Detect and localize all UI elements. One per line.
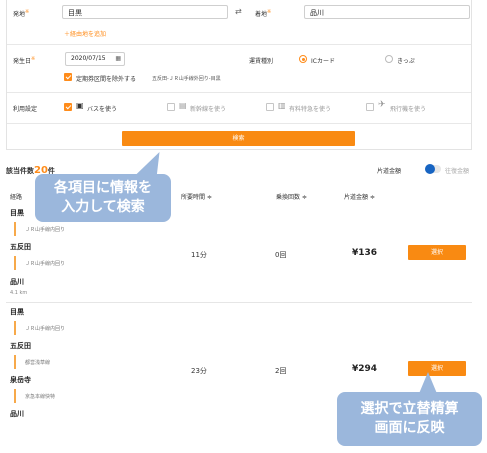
search-button[interactable]: 検索 [122,131,355,146]
duration-value: 11分 [191,251,207,259]
divider [7,123,471,124]
toggle-label-oneway: 片道金額 [377,168,402,175]
bus-icon: ▣ [76,101,84,110]
option-shinkansen: 新幹線を使う [190,106,227,113]
fare-value: ¥294 [352,364,378,374]
column-fare[interactable]: 片道金額 ≑ [344,192,375,201]
option-limited-express: 有料特急を使う [289,106,332,113]
option-airplane: 飛行機を使う [390,106,427,113]
toggle-knob [425,164,435,174]
callout-line: 各項目に情報を [54,180,152,196]
divider [7,44,471,45]
callout-line: 選択で立替精算 [360,401,459,417]
station-name: 五反田 [10,243,31,251]
line-name: 都営浅草線 [25,360,51,366]
to-label: 着地※ [255,9,272,18]
station-name: 品川 [10,410,24,418]
date-label: 発生日※ [13,56,36,65]
swap-arrows-icon[interactable]: ⇄ [235,7,242,16]
route-line-bar [14,389,16,403]
duration-value: 23分 [191,367,207,375]
divider [7,92,471,93]
radio-ticket[interactable] [385,55,393,63]
use-limited-express-checkbox[interactable] [266,103,274,111]
use-airplane-checkbox[interactable] [366,103,374,111]
column-duration[interactable]: 所要時間 ≑ [181,192,212,201]
callout-line: 画面に反映 [374,420,445,436]
select-button[interactable]: 選択 [408,245,466,260]
radio-ic-card[interactable] [299,55,307,63]
line-name: 京急本線快特 [25,394,56,400]
transfers-value: 2回 [275,367,287,375]
route-search-form: 発地※ 目黒 ⇄ 着地※ 品川 ＋経由地を追加 発生日※ 2020/07/15 … [6,0,472,150]
commuter-route-detail: 五反田‐ＪＲ山手線外回り‐目黒 [152,76,221,82]
row-divider [6,302,472,303]
column-route: 経路 [10,194,23,201]
distance: 4.1 km [10,290,28,296]
callout-line: 入力して検索 [61,199,145,215]
search-callout: 各項目に情報を 入力して検索 [35,174,171,222]
train-icon: ▤ [179,101,187,110]
airplane-icon: ✈ [378,100,386,110]
option-bus: バスを使う [87,106,118,113]
fare-mode-toggle[interactable] [425,164,441,174]
station-name: 泉岳寺 [10,376,31,384]
exclude-commuter-label: 定期券区間を除外する [76,76,137,83]
to-input[interactable]: 品川 [304,5,470,19]
usage-label: 利用設定 [13,106,38,113]
add-via-link[interactable]: ＋経由地を追加 [64,29,106,38]
column-transfers[interactable]: 乗換回数 ≑ [276,192,307,201]
toggle-label-roundtrip: 往復金額 [445,168,470,175]
station-name: 目黒 [10,209,24,217]
route-line-bar [14,321,16,335]
station-name: 品川 [10,278,24,286]
station-name: 五反田 [10,342,31,350]
option-ticket: きっぷ [397,58,415,65]
date-value: 2020/07/15 [71,55,106,62]
option-ic-card: ICカード [311,58,335,65]
exclude-commuter-checkbox[interactable] [64,73,72,81]
select-callout: 選択で立替精算 画面に反映 [337,392,482,446]
route-line-bar [14,355,16,369]
route-line-bar [14,256,16,270]
route-line-bar [14,222,16,236]
count-prefix: 該当件数 [6,167,34,175]
fare-value: ¥136 [352,248,378,258]
transfers-value: 0回 [275,251,287,259]
station-name: 目黒 [10,308,24,316]
line-name: ＪＲ山手線内回り [25,326,66,332]
line-name: ＪＲ山手線内回り [25,261,66,267]
calendar-icon: ▦ [115,55,121,62]
from-input[interactable]: 目黒 [62,5,228,19]
express-train-icon: ▥ [278,101,286,110]
from-label: 発地※ [13,9,30,18]
use-shinkansen-checkbox[interactable] [167,103,175,111]
use-bus-checkbox[interactable] [64,103,72,111]
line-name: ＪＲ山手線内回り [25,227,66,233]
ticket-type-label: 運賃種別 [249,58,274,65]
date-input[interactable]: 2020/07/15 ▦ [65,52,125,66]
